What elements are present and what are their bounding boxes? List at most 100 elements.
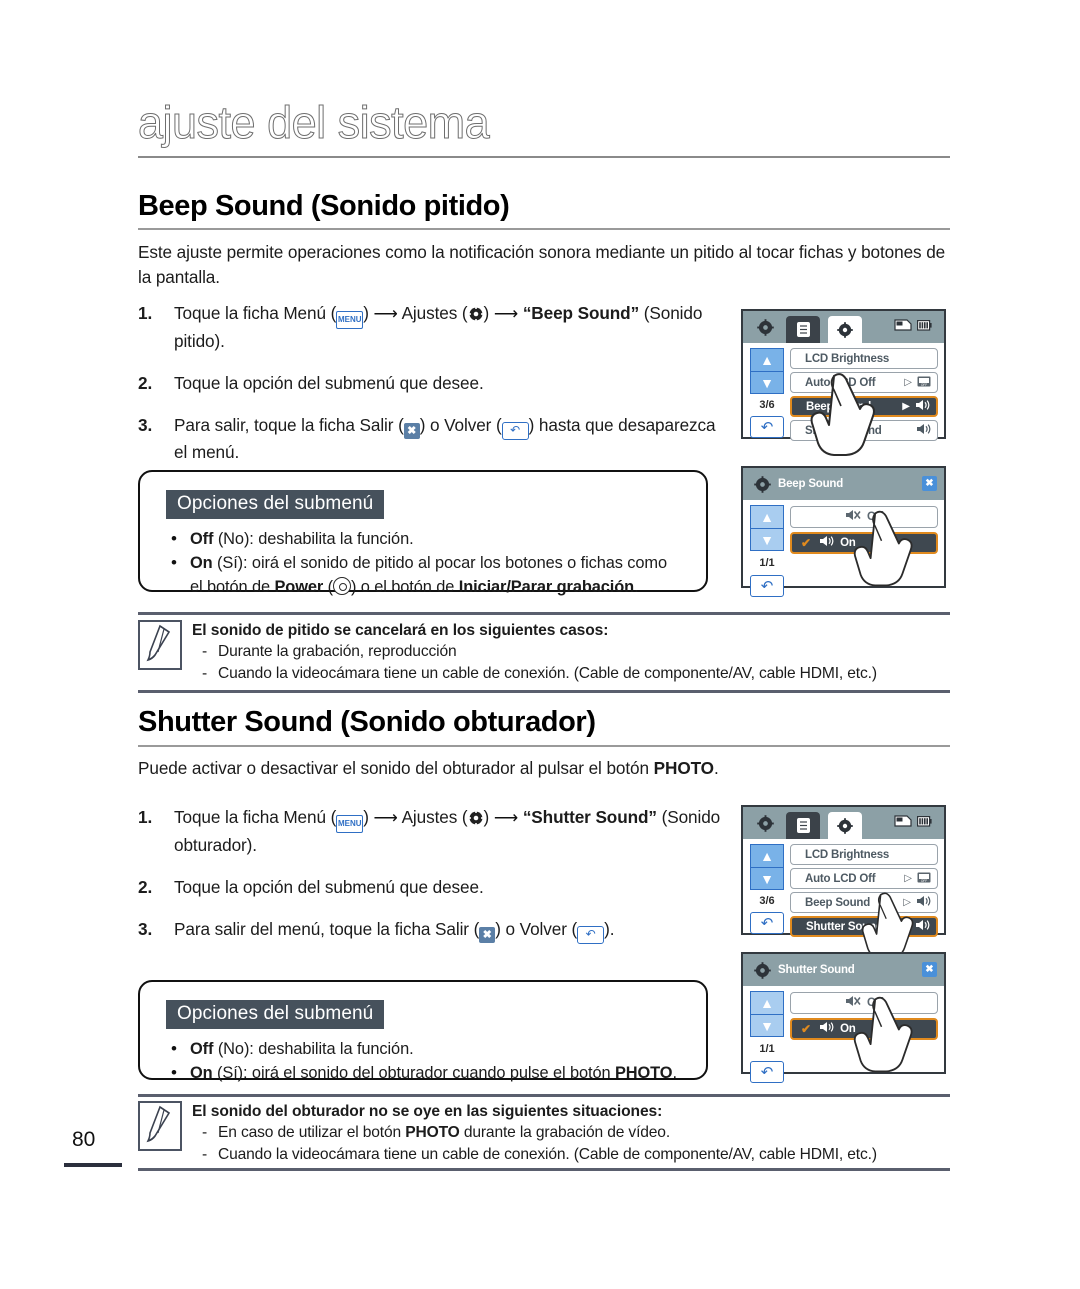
- row-label: LCD Brightness: [805, 352, 890, 365]
- speaker-icon: [915, 918, 930, 936]
- battery-icon: [917, 814, 932, 832]
- tab-list[interactable]: [786, 812, 820, 839]
- step-text-ajustes: Ajustes (: [401, 807, 468, 827]
- steps-beep: 1. Toque la ficha Menú (MENU) ⟶ Ajustes (…: [138, 301, 728, 482]
- check-icon: ✔: [801, 536, 812, 550]
- step-text-ajustes: Ajustes (: [401, 303, 468, 323]
- submenu-row-off[interactable]: Off: [790, 506, 938, 528]
- triangle-icon: ▷: [904, 377, 912, 388]
- check-icon: ✔: [801, 1022, 812, 1036]
- page-indicator: 1/1: [759, 1043, 775, 1055]
- step-item: 2. Toque la opción del submenú que desee.: [138, 371, 728, 396]
- gear-icon: [754, 961, 771, 979]
- cont-pre: el botón de: [190, 578, 275, 596]
- nav-column: ▲ ▼: [750, 991, 784, 1037]
- lcd-screen-shutter-submenu: Shutter Sound ✖ ▲ ▼ 1/1 ↶ Off ✔ On: [741, 952, 946, 1083]
- scroll-up-button[interactable]: ▲: [750, 505, 784, 528]
- step-number: 2.: [138, 877, 153, 897]
- scroll-down-button[interactable]: ▼: [750, 528, 784, 551]
- step-text: Para salir, toque la ficha Salir (: [174, 415, 404, 435]
- note-pencil-icon: [138, 1101, 182, 1151]
- scroll-up-button[interactable]: ▲: [750, 844, 784, 867]
- intro-pre: Puede activar o desactivar el sonido del…: [138, 758, 654, 778]
- row-label: On: [840, 1023, 856, 1035]
- option-desc: (Sí): oirá el sonido de pitido al pocar …: [212, 554, 667, 572]
- close-icon: ✖: [403, 423, 420, 439]
- note-title: El sonido de pitido se cancelará en los …: [192, 622, 609, 639]
- cont-mid: (: [323, 578, 333, 596]
- back-button[interactable]: ↶: [750, 1061, 784, 1083]
- submenu-row-on[interactable]: ✔ On: [790, 1018, 938, 1040]
- manual-page: ajuste del sistema Beep Sound (Sonido pi…: [0, 0, 1080, 1289]
- steps-shutter: 1. Toque la ficha Menú (MENU) ⟶ Ajustes (…: [138, 805, 728, 961]
- cont-end: .: [634, 578, 639, 596]
- scroll-down-button[interactable]: ▼: [750, 371, 784, 394]
- row-label: Off: [866, 997, 883, 1009]
- menu-row-auto-lcd-off[interactable]: Auto LCD Off ▷ OFF: [790, 372, 938, 393]
- menu-row-shutter-sound[interactable]: Shutter Sound: [790, 420, 938, 441]
- close-button[interactable]: ✖: [922, 962, 937, 977]
- step-number: 1.: [138, 807, 153, 827]
- speaker-icon: [916, 422, 931, 440]
- lcd-content: ▲ ▼ 1/1 ↶ Off ✔ On: [743, 500, 944, 597]
- step-text-mid: ): [363, 303, 374, 323]
- speaker-icon: [819, 534, 834, 552]
- tab-settings[interactable]: [828, 812, 862, 839]
- menu-row-beep-sound[interactable]: Beep Sound ▷: [790, 892, 938, 913]
- speaker-mute-icon: [845, 508, 861, 526]
- triangle-icon: ▶: [902, 921, 910, 932]
- page-number-rule: [64, 1163, 122, 1167]
- speaker-mute-icon: [845, 994, 861, 1012]
- section-intro-beep: Este ajuste permite operaciones como la …: [138, 242, 946, 287]
- options-box-title: Opciones del submenú: [166, 490, 385, 519]
- speaker-icon: [916, 894, 931, 912]
- tab-list[interactable]: [786, 316, 820, 343]
- note-pre: En caso de utilizar el botón: [218, 1124, 406, 1141]
- gear-icon: [754, 475, 771, 493]
- note-list-item: En caso de utilizar el botón PHOTO duran…: [192, 1122, 950, 1144]
- lcd-submenu-header: Shutter Sound ✖: [743, 954, 944, 986]
- row-label: LCD Brightness: [805, 848, 890, 861]
- back-button[interactable]: ↶: [750, 416, 784, 438]
- scroll-up-button[interactable]: ▲: [750, 348, 784, 371]
- title-divider: [138, 156, 950, 158]
- power-icon: [332, 577, 351, 595]
- menu-row-auto-lcd-off[interactable]: Auto LCD Off ▷ OFF: [790, 868, 938, 889]
- option-continuation: el botón de Power () o el botón de Inici…: [166, 576, 706, 599]
- close-button[interactable]: ✖: [922, 476, 937, 491]
- menu-row-shutter-sound[interactable]: Shutter Sound ▶: [790, 916, 938, 937]
- submenu-row-on[interactable]: ✔ On: [790, 532, 938, 554]
- arrow-icon: ⟶: [373, 304, 398, 323]
- step-text-mid: ) o Volver (: [495, 919, 578, 939]
- back-button[interactable]: ↶: [750, 912, 784, 934]
- scroll-down-button[interactable]: ▼: [750, 867, 784, 890]
- option-name: On: [190, 554, 213, 572]
- arrow-icon-2: ⟶: [493, 808, 519, 827]
- gear-icon[interactable]: [757, 814, 774, 832]
- menu-row-lcd-brightness[interactable]: LCD Brightness: [790, 348, 938, 369]
- arrow-icon: ⟶: [373, 808, 398, 827]
- section-divider-beep: [138, 228, 950, 230]
- scroll-down-button[interactable]: ▼: [750, 1014, 784, 1037]
- gear-icon: [468, 808, 484, 826]
- note-divider-top-shutter: [138, 1094, 950, 1097]
- option-desc: (No): deshabilita la función.: [213, 530, 414, 548]
- scroll-up-button[interactable]: ▲: [750, 991, 784, 1014]
- photo-label: PHOTO: [405, 1124, 460, 1141]
- menu-row-lcd-brightness[interactable]: LCD Brightness: [790, 844, 938, 865]
- cont-mid2: ) o el botón de: [350, 578, 459, 596]
- step-quoted: “Beep Sound”: [522, 303, 640, 323]
- menu-row-beep-sound[interactable]: Beep Sound ▶: [790, 396, 938, 417]
- step-text-post: ): [483, 303, 494, 323]
- page-indicator: 3/6: [759, 895, 775, 907]
- option-name: Off: [190, 530, 214, 548]
- back-button[interactable]: ↶: [750, 575, 784, 597]
- section-heading-beep: Beep Sound (Sonido pitido): [138, 190, 510, 222]
- section-divider-shutter: [138, 745, 950, 747]
- row-label: Auto LCD Off: [805, 376, 876, 389]
- submenu-row-off[interactable]: Off: [790, 992, 938, 1014]
- tab-settings[interactable]: [828, 316, 862, 343]
- gear-icon[interactable]: [757, 318, 774, 336]
- step-text-mid: ) o Volver (: [419, 415, 502, 435]
- speaker-icon: [819, 1020, 834, 1038]
